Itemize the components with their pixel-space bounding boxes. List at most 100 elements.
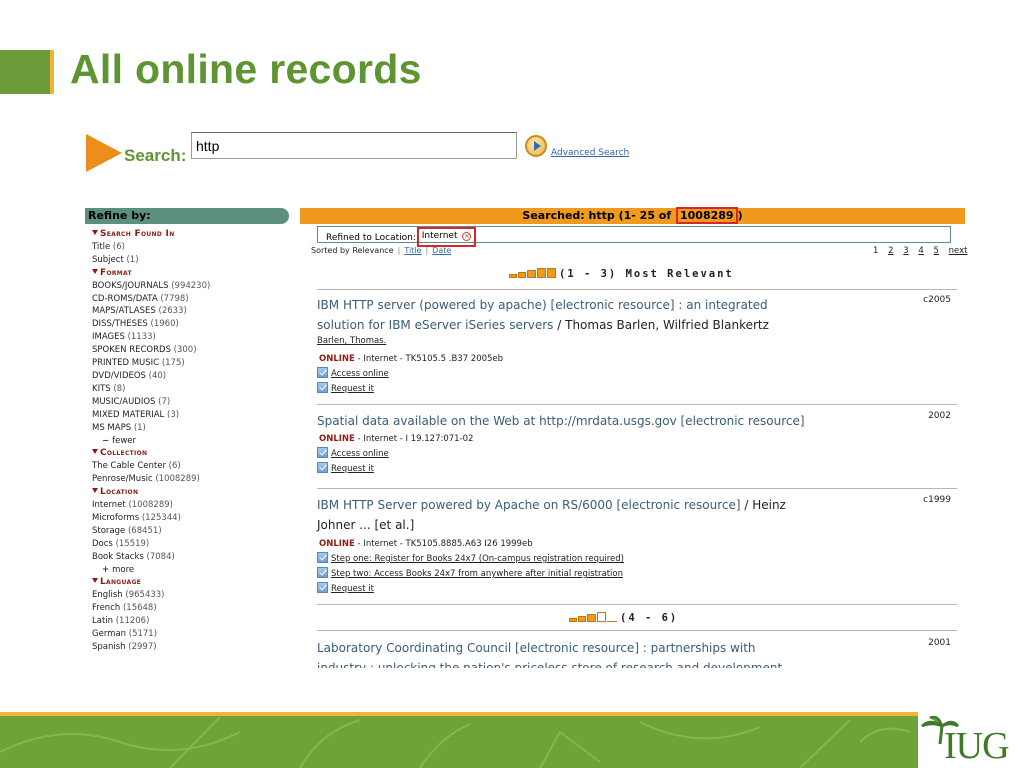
caret-down-icon: [92, 230, 98, 235]
page-2-link[interactable]: 2: [888, 246, 893, 256]
relevance-group-header: (4 - 6): [569, 612, 678, 625]
access-online-link[interactable]: Access online: [317, 367, 957, 379]
facet-item[interactable]: English (965433): [92, 589, 292, 602]
title-accent-bar: [0, 50, 54, 94]
facet-heading-location[interactable]: Location: [92, 486, 292, 499]
facet-heading-language[interactable]: Language: [92, 576, 292, 589]
record-holding: ONLINE - Internet - TK5105.5 .B37 2005eb: [319, 354, 504, 364]
step-one-link[interactable]: Step one: Register for Books 24x7 (On-ca…: [317, 552, 957, 564]
facet-item[interactable]: MUSIC/AUDIOS (7): [92, 396, 292, 409]
title-accent-edge: [50, 50, 54, 94]
result-record: Laboratory Coordinating Council [electro…: [317, 638, 957, 668]
facet-item[interactable]: Spanish (2997): [92, 641, 292, 654]
divider: [317, 289, 957, 290]
record-year: 2002: [928, 411, 951, 421]
result-record: IBM HTTP Server powered by Apache on RS/…: [317, 495, 957, 594]
facet-item[interactable]: Storage (68451): [92, 525, 292, 538]
divider: [317, 488, 957, 489]
search-go-button[interactable]: [525, 135, 547, 157]
online-status: ONLINE: [319, 354, 355, 364]
refine-header: Refine by:: [85, 208, 289, 224]
footer-band: [0, 712, 1024, 768]
facet-item[interactable]: Subject (1): [92, 254, 292, 267]
facet-item[interactable]: DVD/VIDEOS (40): [92, 370, 292, 383]
sort-relevance: Relevance: [352, 246, 394, 255]
facet-item[interactable]: Latin (11206): [92, 615, 292, 628]
facet-item[interactable]: The Cable Center (6): [92, 460, 292, 473]
pagination: 1 2 3 4 5 next: [866, 246, 967, 256]
checkbox-icon: [317, 447, 328, 458]
total-count-highlight: 1008289: [675, 207, 738, 224]
page-5-link[interactable]: 5: [934, 246, 939, 256]
checkbox-icon: [317, 462, 328, 473]
footer-accent-line: [0, 712, 1024, 716]
relevance-bars-icon: [509, 268, 557, 281]
record-title-link[interactable]: Spatial data available on the Web at htt…: [317, 414, 805, 428]
page-1: 1: [873, 246, 879, 256]
checkbox-icon: [317, 552, 328, 563]
facet-item[interactable]: German (5171): [92, 628, 292, 641]
search-label: Search:: [124, 146, 187, 165]
facet-item[interactable]: Penrose/Music (1008289): [92, 473, 292, 486]
facet-item[interactable]: MIXED MATERIAL (3): [92, 409, 292, 422]
facet-heading-search-found-in[interactable]: Search Found In: [92, 228, 292, 241]
checkbox-icon: [317, 367, 328, 378]
search-input[interactable]: [191, 132, 517, 159]
record-author-link[interactable]: Barlen, Thomas.: [317, 336, 957, 346]
request-it-link[interactable]: Request it: [317, 462, 957, 474]
checkbox-icon: [317, 382, 328, 393]
facet-item[interactable]: Internet (1008289): [92, 499, 292, 512]
search-arrow-icon: [86, 134, 122, 172]
facet-item[interactable]: IMAGES (1133): [92, 331, 292, 344]
facet-item[interactable]: BOOKS/JOURNALS (994230): [92, 280, 292, 293]
facet-more-toggle[interactable]: + more: [92, 564, 292, 577]
request-it-link[interactable]: Request it: [317, 382, 957, 394]
remove-filter-icon[interactable]: ×: [462, 232, 472, 241]
checkbox-icon: [317, 582, 328, 593]
iug-logo-text: IUG: [944, 725, 1010, 767]
facet-item[interactable]: DISS/THESES (1960): [92, 318, 292, 331]
result-record: Spatial data available on the Web at htt…: [317, 411, 957, 474]
facet-item[interactable]: Title (6): [92, 241, 292, 254]
facet-item[interactable]: PRINTED MUSIC (175): [92, 357, 292, 370]
step-two-link[interactable]: Step two: Access Books 24x7 from anywher…: [317, 567, 957, 579]
facet-item[interactable]: Book Stacks (7084): [92, 551, 292, 564]
record-holding: ONLINE - Internet - TK5105.8885.A63 I26 …: [319, 539, 533, 549]
record-title-link[interactable]: Laboratory Coordinating Council [electro…: [317, 641, 782, 668]
facet-item[interactable]: MS MAPS (1): [92, 422, 292, 435]
refined-filter-box: Refined to Location: Internet ×: [317, 226, 951, 247]
record-responsibility: / Thomas Barlen, Wilfried Blankertz: [553, 318, 769, 332]
facet-item[interactable]: Docs (15519): [92, 538, 292, 551]
facet-item[interactable]: MAPS/ATLASES (2633): [92, 305, 292, 318]
caret-down-icon: [92, 578, 98, 584]
record-year: c1999: [923, 495, 951, 505]
record-title-link[interactable]: IBM HTTP Server powered by Apache on RS/…: [317, 498, 741, 512]
next-page-link[interactable]: next: [949, 246, 968, 256]
record-year: c2005: [923, 295, 951, 305]
footer-decoration: [0, 716, 911, 768]
page-3-link[interactable]: 3: [903, 246, 908, 256]
advanced-search-link[interactable]: Advanced Search: [551, 148, 629, 158]
divider: [317, 630, 957, 631]
divider: [317, 604, 957, 605]
caret-down-icon: [92, 449, 98, 455]
facet-item[interactable]: Microforms (125344): [92, 512, 292, 525]
slide-title: All online records: [70, 46, 422, 92]
facet-item[interactable]: CD-ROMS/DATA (7798): [92, 293, 292, 306]
online-status: ONLINE: [319, 434, 355, 444]
facet-fewer-toggle[interactable]: − fewer: [92, 435, 292, 448]
relevance-bars-icon: [569, 612, 618, 625]
facet-heading-collection[interactable]: Collection: [92, 447, 292, 460]
facet-item[interactable]: SPOKEN RECORDS (300): [92, 344, 292, 357]
page-4-link[interactable]: 4: [918, 246, 923, 256]
caret-down-icon: [92, 268, 98, 274]
facet-item[interactable]: KITS (8): [92, 383, 292, 396]
facet-heading-format[interactable]: Format: [92, 267, 292, 280]
request-it-link[interactable]: Request it: [317, 582, 957, 594]
facet-list: Search Found In Title (6) Subject (1) Fo…: [92, 228, 292, 654]
sort-date-link[interactable]: Date: [432, 246, 451, 255]
access-online-link[interactable]: Access online: [317, 447, 957, 459]
online-status: ONLINE: [319, 539, 355, 549]
sort-title-link[interactable]: Title: [404, 246, 421, 255]
facet-item[interactable]: French (15648): [92, 602, 292, 615]
